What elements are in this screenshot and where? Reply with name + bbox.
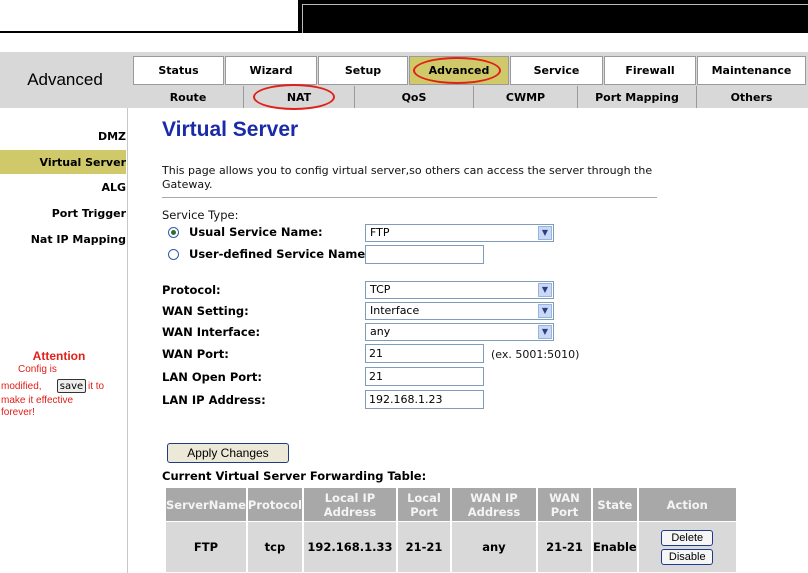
chevron-down-icon: ▼	[538, 325, 552, 339]
chevron-down-icon: ▼	[538, 226, 552, 240]
section-title: Advanced	[27, 70, 103, 89]
cell-state: Enable	[592, 522, 637, 572]
page-description-line2: Gateway.	[162, 178, 213, 191]
tab-setup[interactable]: Setup	[318, 56, 408, 85]
attention-line4: forever!	[1, 407, 35, 418]
cell-local-ip: 192.168.1.33	[303, 522, 396, 572]
subtab-route[interactable]: Route	[133, 86, 244, 108]
cell-protocol: tcp	[247, 522, 302, 572]
wan-interface-label: WAN Interface:	[162, 325, 261, 339]
attention-line2-pre: modified,	[1, 381, 42, 392]
col-server-name: ServerName	[166, 488, 246, 521]
lan-ip-label: LAN IP Address:	[162, 393, 266, 407]
tab-firewall[interactable]: Firewall	[604, 56, 696, 85]
col-wan-ip: WAN IP Address	[451, 488, 536, 521]
attention-line2-post: it to	[88, 381, 105, 392]
user-defined-input[interactable]	[365, 245, 484, 264]
subtab-others[interactable]: Others	[697, 86, 806, 108]
subtab-port-mapping[interactable]: Port Mapping	[578, 86, 697, 108]
table-caption: Current Virtual Server Forwarding Table:	[162, 469, 427, 483]
col-action: Action	[638, 488, 736, 521]
sidebar-item-alg[interactable]: ALG	[0, 181, 126, 194]
table-header-row: ServerName Protocol Local IP Address Loc…	[166, 488, 736, 521]
col-protocol: Protocol	[247, 488, 302, 521]
wan-port-input[interactable]: 21	[365, 344, 484, 363]
protocol-select[interactable]: TCP ▼	[365, 281, 554, 299]
sidebar	[0, 108, 130, 573]
usual-service-value: FTP	[370, 226, 390, 239]
tab-wizard[interactable]: Wizard	[225, 56, 317, 85]
chevron-down-icon: ▼	[538, 304, 552, 318]
usual-service-select[interactable]: FTP ▼	[365, 224, 554, 242]
wan-setting-label: WAN Setting:	[162, 304, 249, 318]
subtab-nat[interactable]: NAT	[244, 86, 355, 108]
usual-service-label: Usual Service Name:	[189, 225, 323, 239]
top-banner-left	[0, 0, 298, 33]
disable-button[interactable]: Disable	[661, 548, 714, 565]
sidebar-item-nat-ip-mapping[interactable]: Nat IP Mapping	[0, 233, 126, 246]
wan-setting-value: Interface	[370, 304, 420, 317]
cell-local-port: 21-21	[397, 522, 450, 572]
save-button[interactable]: save	[57, 379, 86, 393]
usual-service-radio[interactable]	[168, 227, 179, 238]
divider	[162, 197, 657, 198]
page-title: Virtual Server	[162, 118, 299, 141]
wan-interface-select[interactable]: any ▼	[365, 323, 554, 341]
apply-changes-button[interactable]: Apply Changes	[167, 443, 289, 463]
tab-service[interactable]: Service	[510, 56, 603, 85]
wan-setting-select[interactable]: Interface ▼	[365, 302, 554, 320]
wan-interface-value: any	[370, 325, 391, 338]
user-defined-label: User-defined Service Name:	[189, 247, 370, 261]
user-defined-radio[interactable]	[168, 249, 179, 260]
subtab-cwmp[interactable]: CWMP	[474, 86, 578, 108]
col-wan-port: WAN Port	[537, 488, 591, 521]
forwarding-table: ServerName Protocol Local IP Address Loc…	[164, 487, 738, 573]
attention-line1: Config is	[18, 364, 57, 375]
table-row: FTP tcp 192.168.1.33 21-21 any 21-21 Ena…	[166, 522, 736, 572]
tab-status[interactable]: Status	[133, 56, 224, 85]
delete-button[interactable]: Delete	[661, 529, 714, 546]
tab-maintenance[interactable]: Maintenance	[697, 56, 806, 85]
cell-server-name: FTP	[166, 522, 246, 572]
attention-line3: make it effective	[1, 395, 74, 406]
sidebar-item-dmz[interactable]: DMZ	[0, 130, 126, 143]
sidebar-item-virtual-server[interactable]: Virtual Server	[0, 156, 127, 169]
protocol-value: TCP	[370, 283, 391, 296]
service-type-label: Service Type:	[162, 208, 239, 222]
col-local-ip: Local IP Address	[303, 488, 396, 521]
cell-action: Delete Disable	[638, 522, 736, 572]
lan-open-port-label: LAN Open Port:	[162, 370, 262, 384]
top-banner-right	[298, 0, 808, 33]
wan-port-hint: (ex. 5001:5010)	[491, 348, 580, 361]
lan-open-port-input[interactable]: 21	[365, 367, 484, 386]
lan-ip-input[interactable]: 192.168.1.23	[365, 390, 484, 409]
page-description-line1: This page allows you to config virtual s…	[162, 164, 653, 177]
tab-advanced[interactable]: Advanced	[409, 56, 509, 85]
protocol-label: Protocol:	[162, 283, 221, 297]
col-state: State	[592, 488, 637, 521]
chevron-down-icon: ▼	[538, 283, 552, 297]
sidebar-item-port-trigger[interactable]: Port Trigger	[0, 207, 126, 220]
col-local-port: Local Port	[397, 488, 450, 521]
cell-wan-port: 21-21	[537, 522, 591, 572]
wan-port-label: WAN Port:	[162, 347, 229, 361]
subtab-qos[interactable]: QoS	[355, 86, 474, 108]
cell-wan-ip: any	[451, 522, 536, 572]
sidebar-divider	[127, 108, 128, 573]
attention-title: Attention	[32, 349, 86, 363]
